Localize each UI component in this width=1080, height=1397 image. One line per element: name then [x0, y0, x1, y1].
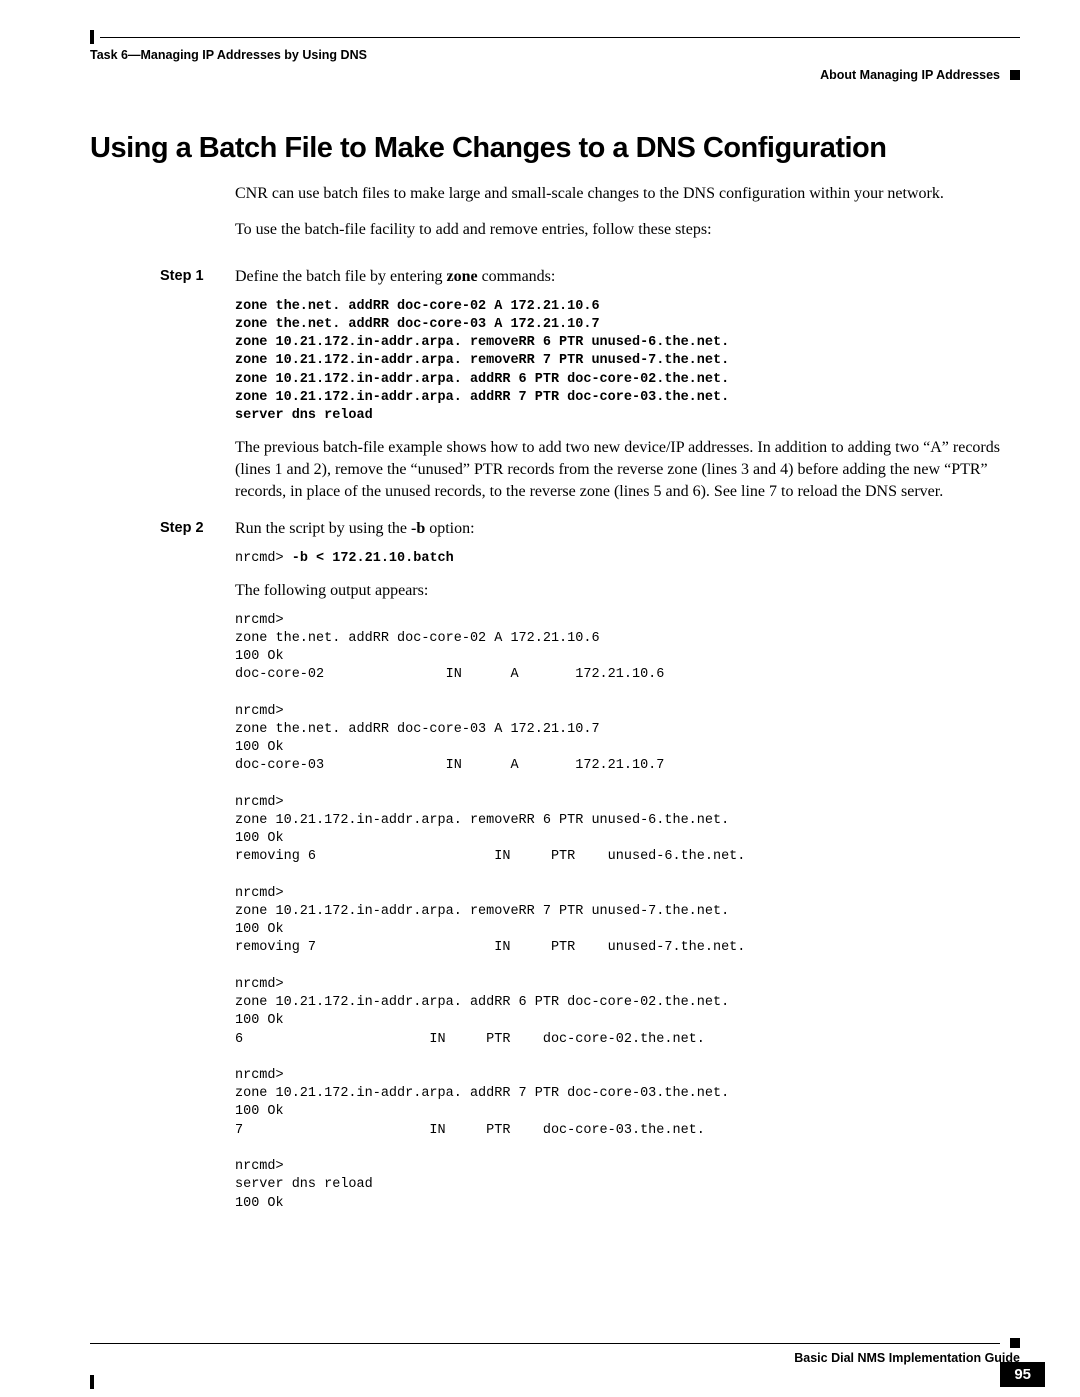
- step-2-body: Run the script by using the -b option: n…: [235, 518, 1020, 1225]
- step-1-body: Define the batch file by entering zone c…: [235, 266, 1020, 512]
- step-2-outro: The following output appears:: [235, 580, 1020, 602]
- step-1-lead-a: Define the batch file by entering: [235, 268, 446, 285]
- step-2-cmd: nrcmd> -b < 172.21.10.batch: [235, 550, 1020, 568]
- step-2-lead-bold: -b: [411, 520, 425, 537]
- footer-horizontal-rule: [90, 1343, 1000, 1344]
- page-footer: Basic Dial NMS Implementation Guide 95: [90, 1338, 1020, 1365]
- step-2-lead: Run the script by using the -b option:: [235, 518, 1020, 540]
- section-title: Using a Batch File to Make Changes to a …: [90, 132, 1020, 165]
- step-2-cmd-bold: -b < 172.21.10.batch: [292, 551, 454, 566]
- footer-corner-mark: [90, 1375, 94, 1389]
- step-2-lead-a: Run the script by using the: [235, 520, 411, 537]
- page-number: 95: [1000, 1362, 1045, 1387]
- intro-paragraph-1: CNR can use batch files to make large an…: [235, 183, 1010, 205]
- step-1-label: Step 1: [90, 266, 235, 284]
- running-header: Task 6—Managing IP Addresses by Using DN…: [90, 48, 1020, 62]
- step-2-cmd-prefix: nrcmd>: [235, 551, 292, 566]
- step-1-explain: The previous batch-file example shows ho…: [235, 437, 1020, 502]
- header-rule: [90, 30, 1020, 44]
- step-1-code: zone the.net. addRR doc-core-02 A 172.21…: [235, 298, 1020, 426]
- page: Task 6—Managing IP Addresses by Using DN…: [0, 0, 1080, 1397]
- footer-rule: [90, 1338, 1020, 1348]
- intro-block: CNR can use batch files to make large an…: [235, 183, 1010, 240]
- step-1: Step 1 Define the batch file by entering…: [90, 266, 1020, 512]
- running-header-section: About Managing IP Addresses: [820, 68, 1000, 82]
- footer-square-icon: [1010, 1338, 1020, 1348]
- step-1-lead: Define the batch file by entering zone c…: [235, 266, 1020, 288]
- header-corner-mark: [90, 30, 94, 44]
- intro-paragraph-2: To use the batch-file facility to add an…: [235, 219, 1010, 241]
- step-2-lead-b: option:: [425, 520, 474, 537]
- header-horizontal-rule: [100, 37, 1020, 38]
- step-1-lead-b: commands:: [478, 268, 556, 285]
- footer-label-row: Basic Dial NMS Implementation Guide: [90, 1351, 1020, 1365]
- running-header-chapter: Task 6—Managing IP Addresses by Using DN…: [90, 48, 367, 62]
- step-1-lead-bold: zone: [446, 268, 477, 285]
- step-2: Step 2 Run the script by using the -b op…: [90, 518, 1020, 1225]
- step-2-output: nrcmd> zone the.net. addRR doc-core-02 A…: [235, 612, 1020, 1213]
- header-square-icon: [1010, 70, 1020, 80]
- footer-guide-title: Basic Dial NMS Implementation Guide: [794, 1351, 1020, 1365]
- running-header-right: About Managing IP Addresses: [90, 68, 1020, 82]
- step-2-label: Step 2: [90, 518, 235, 536]
